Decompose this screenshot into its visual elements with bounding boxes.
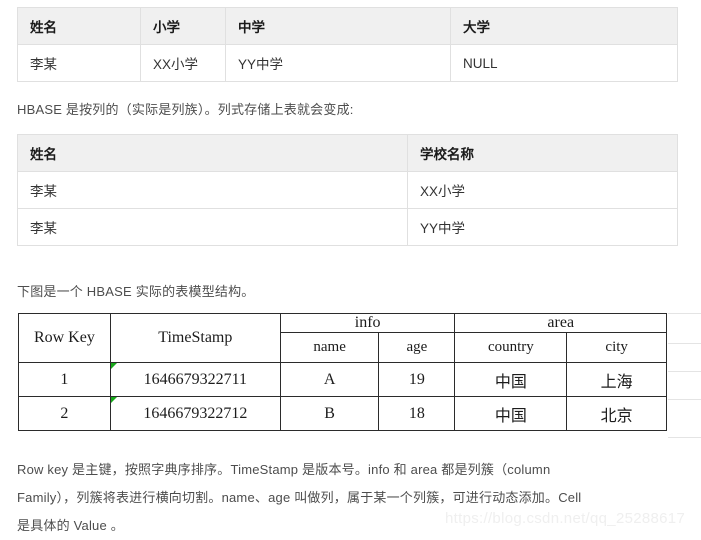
table-row: 1 1646679322711 A 19 中国 上海 [18, 362, 667, 397]
cell-city: 北京 [566, 396, 667, 431]
cell-name: 李某 [17, 171, 408, 209]
cell-name: B [279, 396, 380, 431]
schooling-wide-table: 姓名 小学 中学 大学 李某 XX小学 YY中学 NULL [17, 7, 678, 82]
cell-city: 上海 [566, 362, 667, 397]
column-header-row-key: Row Key [18, 313, 111, 363]
column-family-header-area: area [454, 313, 667, 333]
hbase-model-figure: Row Key TimeStamp info area name age cou… [18, 313, 701, 438]
sheet-gridline [668, 437, 701, 438]
cell-row-key: 2 [18, 396, 111, 431]
cell-name: 李某 [17, 44, 141, 82]
cell-timestamp: 1646679322711 [109, 362, 281, 397]
explanation-line-1: Row key 是主键，按照字典序排序。TimeStamp 是版本号。info … [17, 462, 551, 477]
columnar-intro-paragraph: HBASE 是按列的（实际是列族）。列式存储上表就会变成: [17, 102, 354, 117]
column-header-university: 大学 [450, 7, 678, 45]
cell-name: 李某 [17, 208, 408, 246]
cell-timestamp: 1646679322712 [109, 396, 281, 431]
schooling-columnar-table: 姓名 学校名称 李某 XX小学 李某 YY中学 [17, 134, 678, 246]
cell-country: 中国 [454, 362, 568, 397]
column-header-age: age [378, 332, 456, 363]
sheet-gridline [668, 313, 701, 314]
cell-school: YY中学 [407, 208, 678, 246]
column-header-timestamp: TimeStamp [109, 313, 281, 363]
column-header-name: 姓名 [17, 7, 141, 45]
explanation-line-2: Family），列簇将表进行横向切割。name、age 叫做列，属于某一个列簇，… [17, 490, 582, 505]
csdn-watermark: https://blog.csdn.net/qq_25288617 [445, 510, 686, 527]
cell-country: 中国 [454, 396, 568, 431]
sheet-gridline [668, 399, 701, 400]
table-group-header-row: Row Key TimeStamp info area [18, 313, 667, 363]
cell-middle: YY中学 [225, 44, 451, 82]
column-header-name: name [279, 332, 380, 363]
cell-age: 19 [378, 362, 456, 397]
column-header-primary: 小学 [140, 7, 226, 45]
column-header-school: 学校名称 [407, 134, 678, 172]
column-header-middle: 中学 [225, 7, 451, 45]
cell-timestamp-value: 1646679322712 [143, 404, 248, 422]
cell-primary: XX小学 [140, 44, 226, 82]
table-row: 李某 XX小学 YY中学 NULL [17, 44, 678, 82]
sheet-gridline [668, 371, 701, 372]
model-intro-paragraph: 下图是一个 HBASE 实际的表模型结构。 [17, 284, 255, 299]
cell-timestamp-value: 1646679322711 [143, 370, 248, 388]
table-header-row: 姓名 学校名称 [17, 134, 678, 172]
cell-age: 18 [378, 396, 456, 431]
table-row: 李某 YY中学 [17, 208, 678, 246]
column-header-city: city [566, 332, 667, 363]
table-row: 2 1646679322712 B 18 中国 北京 [18, 396, 667, 431]
cell-university: NULL [450, 44, 678, 82]
cell-school: XX小学 [407, 171, 678, 209]
sheet-gridline [668, 343, 701, 344]
table-header-row: 姓名 小学 中学 大学 [17, 7, 678, 45]
cell-row-key: 1 [18, 362, 111, 397]
cell-error-flag-icon [110, 397, 117, 403]
cell-name: A [279, 362, 380, 397]
column-header-country: country [454, 332, 568, 363]
column-family-header-info: info [279, 313, 456, 333]
table-row: 李某 XX小学 [17, 171, 678, 209]
column-header-name: 姓名 [17, 134, 408, 172]
hbase-model-table: Row Key TimeStamp info area name age cou… [18, 313, 667, 431]
cell-error-flag-icon [110, 363, 117, 369]
